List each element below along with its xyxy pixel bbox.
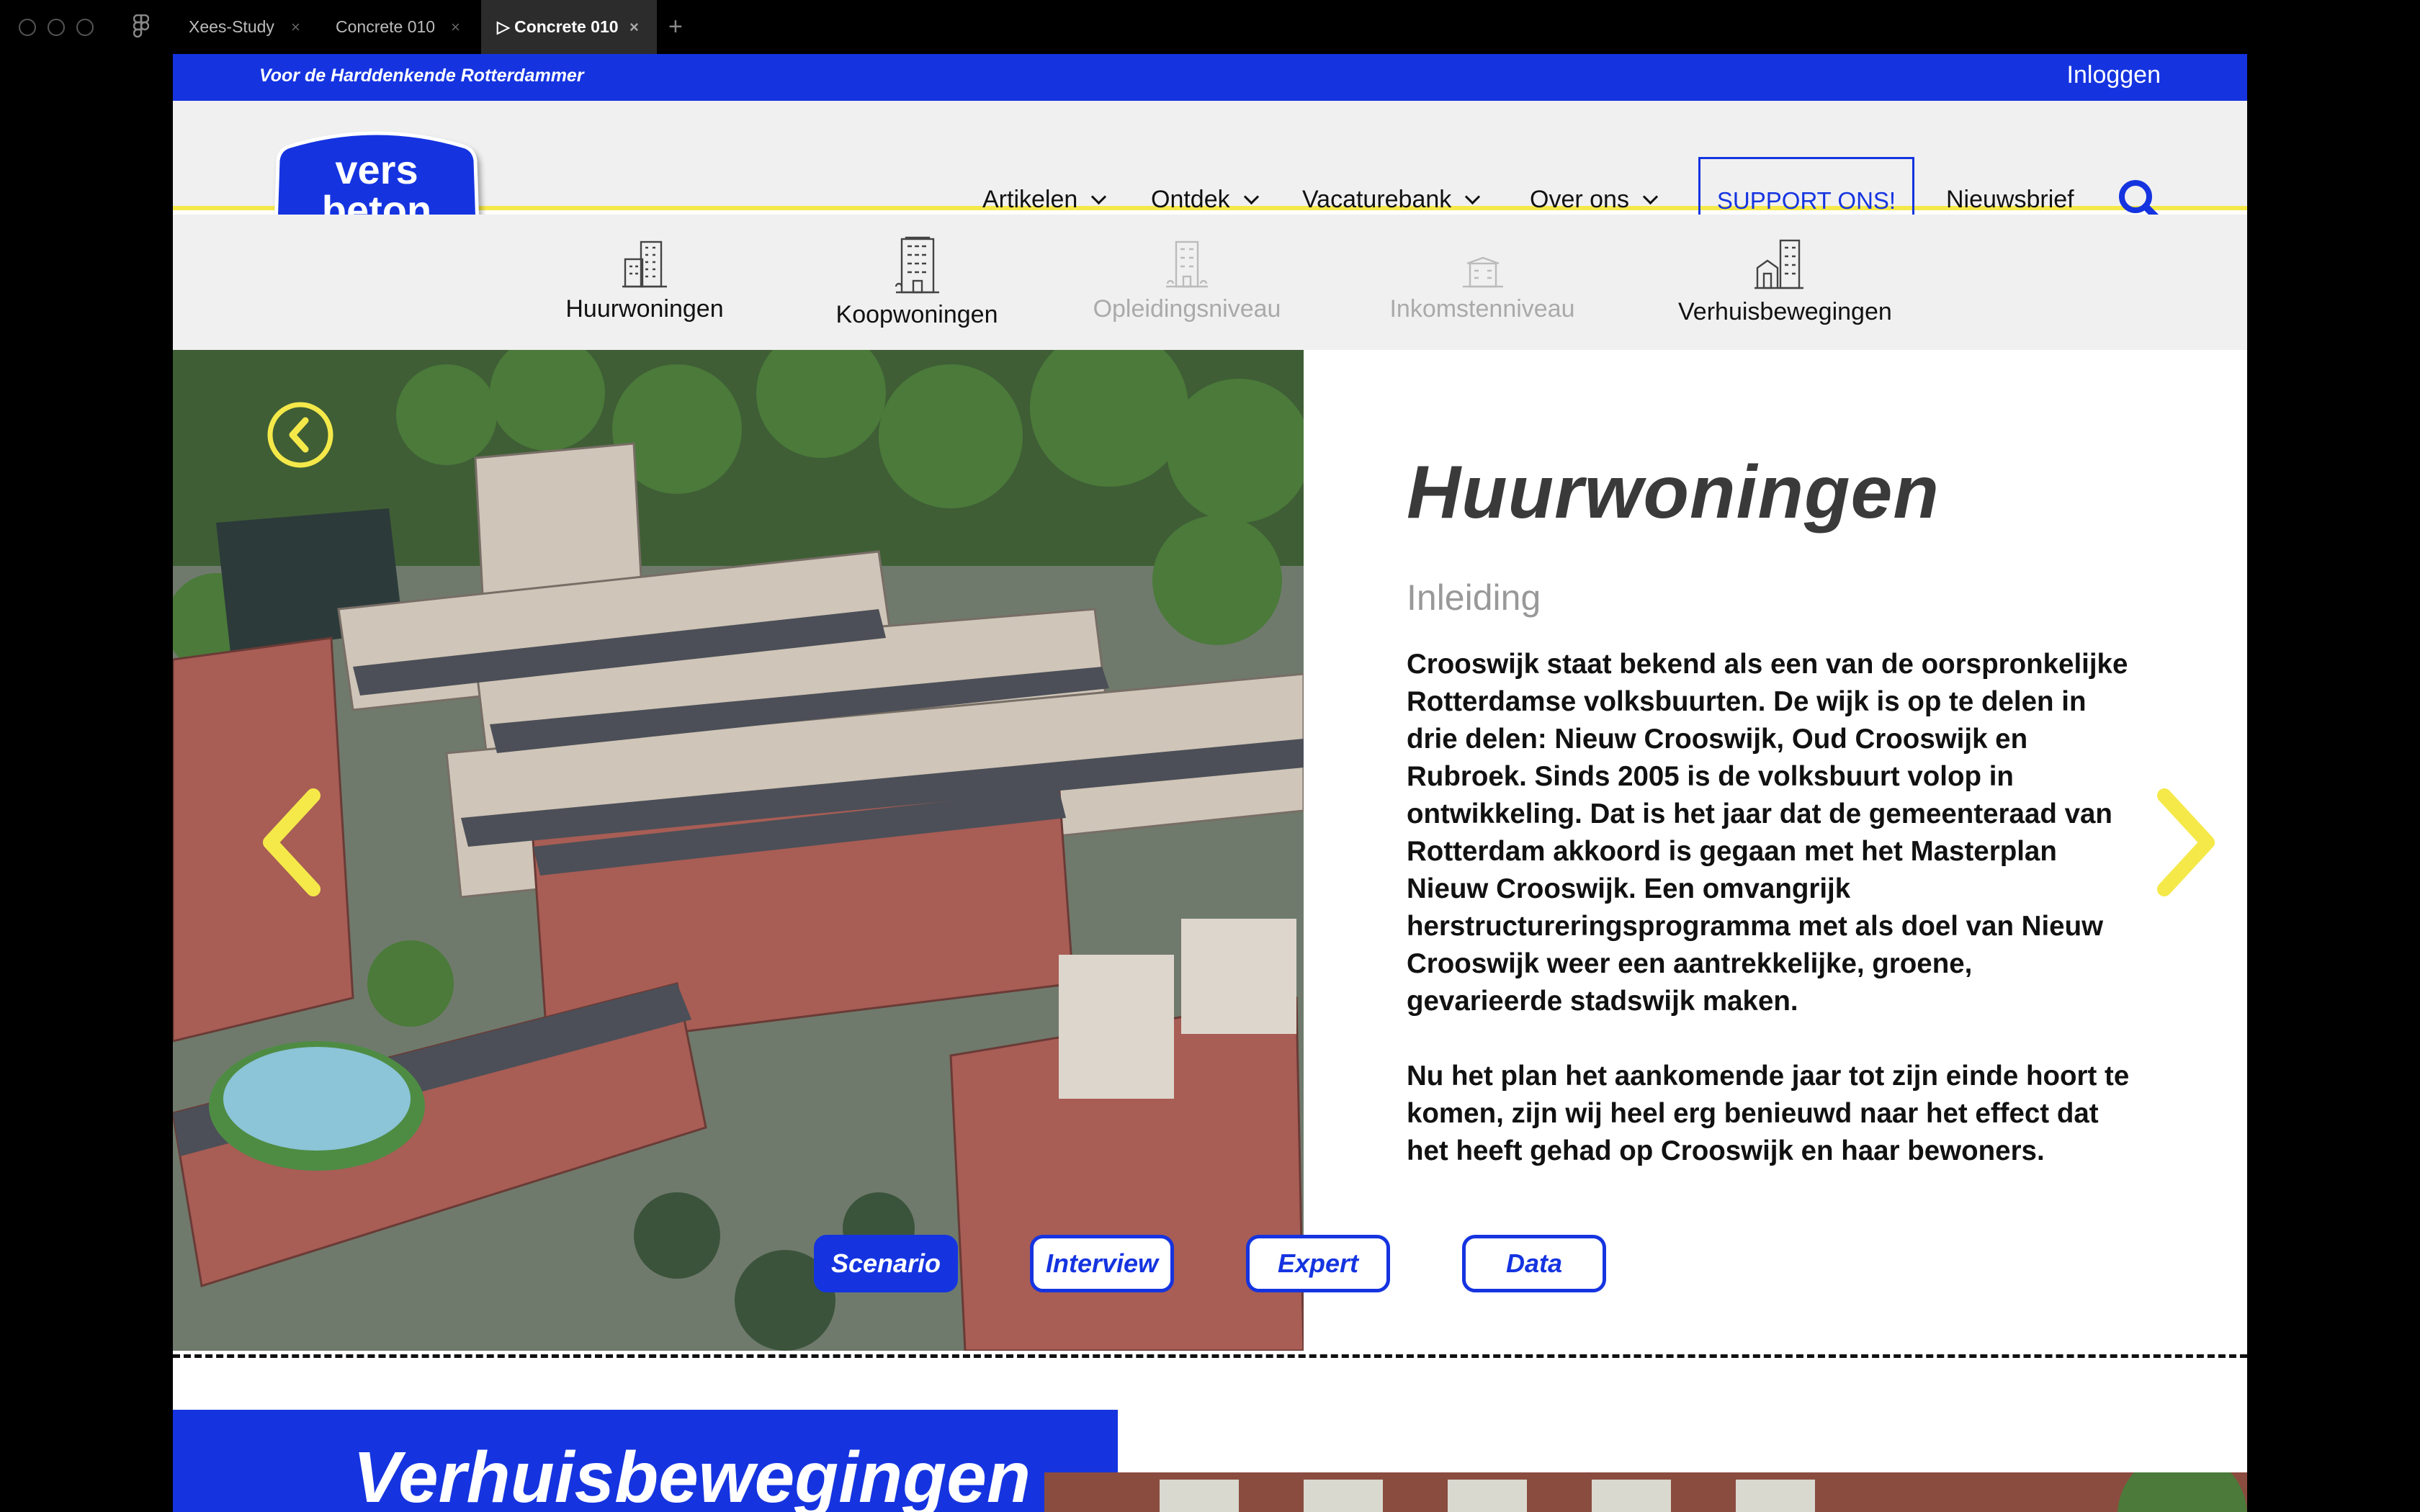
nav-item-nieuwsbrief[interactable]: Nieuwsbrief — [1946, 186, 2074, 214]
article-paragraph: Crooswijk staat bekend als een van de oo… — [1407, 649, 2128, 1017]
subnav-label: Opleidingsniveau — [1093, 295, 1281, 323]
subnav-label: Huurwoningen — [565, 295, 724, 323]
previous-slide-icon[interactable] — [266, 401, 334, 469]
city-houses-icon — [1754, 239, 1803, 289]
tab-label: Concrete 010 — [336, 17, 436, 36]
site-tagline: Voor de Harddenkende Rotterdammer — [259, 66, 584, 86]
chevron-left-icon[interactable] — [256, 788, 328, 896]
tab-label: Xees-Study — [189, 17, 274, 36]
tag-scenario[interactable]: Scenario — [814, 1235, 958, 1292]
nav-label: Artikelen — [982, 186, 1078, 213]
nav-label: Vacaturebank — [1302, 186, 1452, 213]
tab-concrete-010[interactable]: Concrete 010 × — [336, 0, 472, 54]
page-frame: Voor de Harddenkende Rotterdammer Inlogg… — [173, 54, 2247, 1512]
tower-building-icon — [895, 236, 939, 294]
subnav-label: Inkomstenniveau — [1389, 295, 1575, 323]
chevron-down-icon — [1091, 189, 1107, 205]
article-body: Crooswijk staat bekend als een van de oo… — [1407, 646, 2134, 1207]
low-building-icon — [1463, 256, 1503, 288]
play-icon: ▷ — [497, 17, 510, 36]
topic-subnav: Huurwoningen Koopwoningen Opleidingsnive… — [173, 215, 2247, 350]
tab-close-icon[interactable]: × — [451, 0, 460, 54]
subnav-label: Koopwoningen — [835, 301, 998, 328]
tab-label: Concrete 010 — [514, 17, 619, 36]
article-title: Huurwoningen — [1407, 451, 1940, 534]
subnav-item-verhuisbewegingen[interactable]: Verhuisbewegingen — [1678, 236, 1892, 326]
subnav-item-koopwoningen[interactable]: Koopwoningen — [827, 236, 1007, 329]
subnav-item-inkomstenniveau[interactable]: Inkomstenniveau — [1381, 236, 1583, 323]
tab-xees-study[interactable]: Xees-Study × — [189, 0, 311, 54]
top-strip: Voor de Harddenkende Rotterdammer Inlogg… — [173, 54, 2247, 101]
nav-label: Over ons — [1530, 186, 1629, 213]
tag-data[interactable]: Data — [1462, 1235, 1606, 1292]
chevron-right-icon[interactable] — [2150, 788, 2222, 896]
nav-item-artikelen[interactable]: Artikelen — [982, 186, 1107, 214]
subnav-item-opleidingsniveau[interactable]: Opleidingsniveau — [1086, 236, 1288, 323]
figma-icon[interactable] — [133, 14, 149, 39]
tag-interview[interactable]: Interview — [1030, 1235, 1174, 1292]
chevron-down-icon — [1465, 189, 1481, 205]
nav-label: Ontdek — [1151, 186, 1230, 213]
new-tab-button[interactable]: + — [668, 0, 683, 54]
logo-text-line1: vers — [335, 147, 418, 192]
school-building-icon — [1166, 240, 1208, 288]
nav-item-ontdek[interactable]: Ontdek — [1151, 186, 1259, 214]
subnav-label: Verhuisbewegingen — [1678, 298, 1892, 325]
login-link[interactable]: Inloggen — [2067, 61, 2161, 89]
window-close-control[interactable] — [19, 19, 36, 36]
app-tab-bar: Xees-Study × Concrete 010 × ▷ Concrete 0… — [0, 0, 2420, 54]
aerial-photo — [173, 350, 1304, 1351]
subnav-item-huurwoningen[interactable]: Huurwoningen — [558, 236, 731, 323]
tag-expert[interactable]: Expert — [1246, 1235, 1390, 1292]
nav-item-vacaturebank[interactable]: Vacaturebank — [1302, 186, 1481, 214]
chevron-down-icon — [1243, 189, 1259, 205]
window-zoom-control[interactable] — [76, 19, 94, 36]
tab-close-icon[interactable]: × — [629, 0, 639, 54]
article-paragraph: Nu het plan het aankomende jaar tot zijn… — [1407, 1061, 2130, 1166]
section-divider — [173, 1354, 2247, 1358]
window-minimize-control[interactable] — [48, 19, 65, 36]
tab-concrete-010-active[interactable]: ▷ Concrete 010 × — [481, 0, 657, 54]
apartment-buildings-icon — [622, 240, 667, 288]
section-photo — [1044, 1472, 2247, 1512]
tab-close-icon[interactable]: × — [291, 0, 300, 54]
article-subtitle: Inleiding — [1407, 577, 1541, 618]
nav-item-over-ons[interactable]: Over ons — [1530, 186, 1659, 214]
chevron-down-icon — [1642, 189, 1659, 205]
next-section-title: Verhuisbewegingen — [353, 1437, 1031, 1512]
